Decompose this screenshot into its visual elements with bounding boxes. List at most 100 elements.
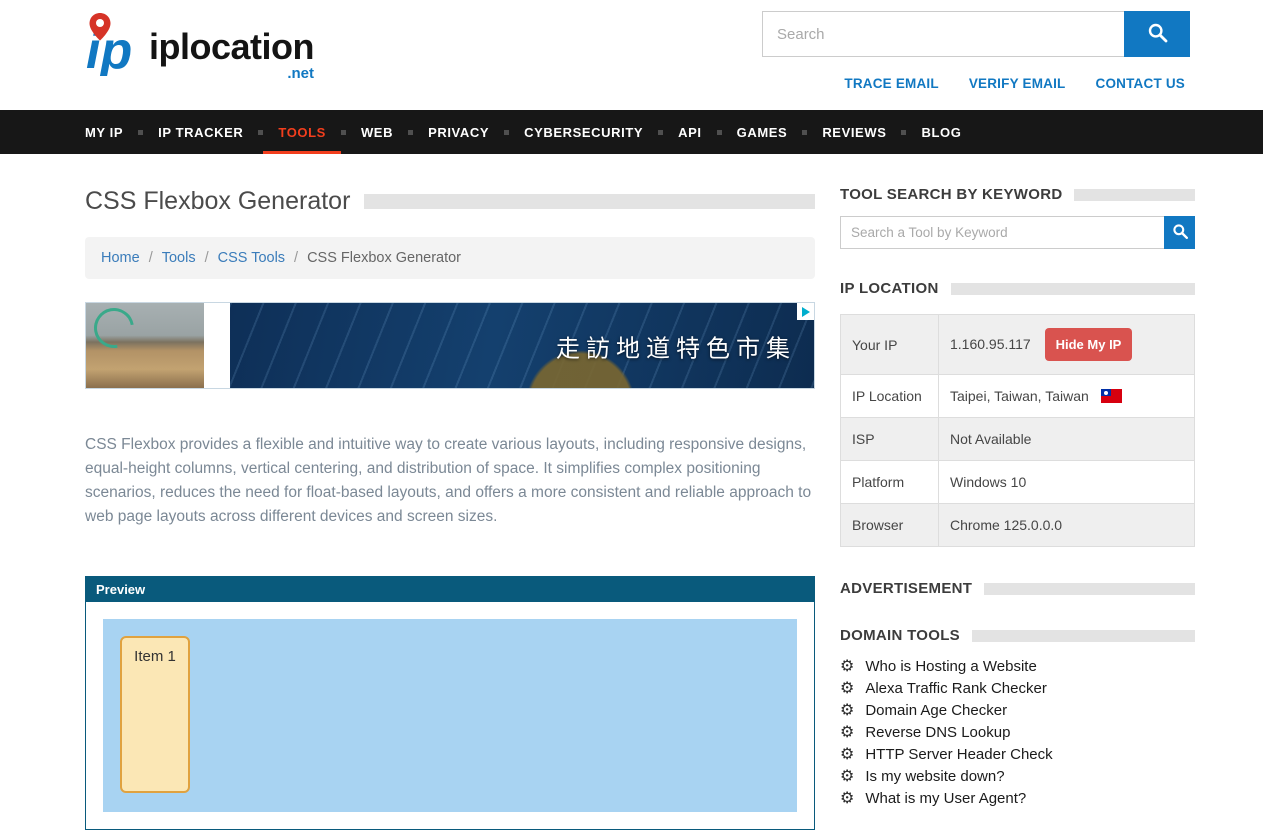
domain-tool-item[interactable]: ⚙ Reverse DNS Lookup xyxy=(840,724,1195,741)
table-row: ISP Not Available xyxy=(841,418,1195,461)
domain-tool-link[interactable]: Who is Hosting a Website xyxy=(865,658,1036,675)
ad-banner[interactable]: 走訪地道特色市集 xyxy=(85,302,815,389)
domain-tool-link[interactable]: Alexa Traffic Rank Checker xyxy=(865,680,1046,697)
logo-text: iplocation.net xyxy=(149,29,314,81)
gear-icon: ⚙ xyxy=(840,725,854,741)
header-search-input[interactable] xyxy=(762,11,1124,57)
domain-tool-item[interactable]: ⚙ What is my User Agent? xyxy=(840,790,1195,807)
flexbox-preview-container: Item 1 xyxy=(103,619,797,812)
main-column: CSS Flexbox Generator Home / Tools / CSS… xyxy=(85,154,815,830)
your-ip-value: 1.160.95.117 xyxy=(950,336,1031,352)
nav-api[interactable]: API xyxy=(663,110,716,154)
search-icon xyxy=(1147,22,1168,46)
breadcrumb-separator: / xyxy=(205,250,209,266)
row-label: ISP xyxy=(841,418,939,461)
tool-search-heading: TOOL SEARCH BY KEYWORD xyxy=(840,186,1195,203)
contact-us-link[interactable]: CONTACT US xyxy=(1096,76,1186,91)
nav-privacy[interactable]: PRIVACY xyxy=(413,110,504,154)
site-header: ip iplocation.net TRACE EMAIL VERIFY EMA… xyxy=(0,0,1263,110)
sidebar: TOOL SEARCH BY KEYWORD IP LOCATION Your … xyxy=(840,186,1195,812)
domain-tool-link[interactable]: HTTP Server Header Check xyxy=(865,746,1052,763)
breadcrumb-home[interactable]: Home xyxy=(101,250,140,266)
search-icon xyxy=(1172,223,1188,242)
logo-tld: .net xyxy=(287,66,314,81)
preview-body: Item 1 xyxy=(86,602,814,829)
ad-gap xyxy=(204,303,230,388)
page-title: CSS Flexbox Generator xyxy=(85,187,350,216)
ad-text: 走訪地道特色市集 xyxy=(556,328,796,363)
ip-location-table: Your IP 1.160.95.117 Hide My IP IP Locat… xyxy=(840,314,1195,547)
breadcrumb-tools[interactable]: Tools xyxy=(162,250,196,266)
ad-image-left xyxy=(86,303,204,388)
nav-games[interactable]: GAMES xyxy=(722,110,803,154)
verify-email-link[interactable]: VERIFY EMAIL xyxy=(969,76,1066,91)
domain-tool-item[interactable]: ⚙ Domain Age Checker xyxy=(840,702,1195,719)
tool-search-button[interactable] xyxy=(1164,216,1195,249)
ip-logo-pin-icon: ip xyxy=(85,12,147,81)
row-label: Browser xyxy=(841,504,939,547)
row-label: Your IP xyxy=(841,315,939,375)
row-value: Taipei, Taiwan, Taiwan xyxy=(939,375,1195,418)
gear-icon: ⚙ xyxy=(840,791,854,807)
domain-tools-heading-label: DOMAIN TOOLS xyxy=(840,627,960,644)
domain-tool-item[interactable]: ⚙ Is my website down? xyxy=(840,768,1195,785)
nav-tools[interactable]: TOOLS xyxy=(263,110,341,154)
heading-decoration-bar xyxy=(1074,189,1195,201)
advertisement-heading: ADVERTISEMENT xyxy=(840,580,1195,597)
row-value: 1.160.95.117 Hide My IP xyxy=(939,315,1195,375)
content: CSS Flexbox Generator Home / Tools / CSS… xyxy=(0,154,1263,830)
logo-name: iplocation xyxy=(149,26,314,67)
ip-location-heading: IP LOCATION xyxy=(840,280,1195,297)
nav-reviews[interactable]: REVIEWS xyxy=(807,110,901,154)
nav-blog[interactable]: BLOG xyxy=(906,110,976,154)
title-row: CSS Flexbox Generator xyxy=(85,187,815,216)
gear-icon: ⚙ xyxy=(840,659,854,675)
table-row: Platform Windows 10 xyxy=(841,461,1195,504)
domain-tool-link[interactable]: What is my User Agent? xyxy=(865,790,1026,807)
domain-tools-heading: DOMAIN TOOLS xyxy=(840,627,1195,644)
hide-my-ip-button[interactable]: Hide My IP xyxy=(1045,328,1133,361)
table-row: IP Location Taipei, Taiwan, Taiwan xyxy=(841,375,1195,418)
gear-icon: ⚙ xyxy=(840,769,854,785)
nav-cybersecurity[interactable]: CYBERSECURITY xyxy=(509,110,658,154)
tool-search-heading-label: TOOL SEARCH BY KEYWORD xyxy=(840,186,1062,203)
gear-icon: ⚙ xyxy=(840,703,854,719)
gear-icon: ⚙ xyxy=(840,747,854,763)
taiwan-flag-icon xyxy=(1101,389,1122,403)
heading-decoration-bar xyxy=(951,283,1195,295)
header-search xyxy=(762,11,1190,57)
ip-location-heading-label: IP LOCATION xyxy=(840,280,939,297)
breadcrumb-separator: / xyxy=(294,250,298,266)
ad-image-right: 走訪地道特色市集 xyxy=(230,303,814,388)
main-nav: MY IP IP TRACKER TOOLS WEB PRIVACY CYBER… xyxy=(0,110,1263,154)
row-value: Windows 10 xyxy=(939,461,1195,504)
gear-icon: ⚙ xyxy=(840,681,854,697)
intro-paragraph: CSS Flexbox provides a flexible and intu… xyxy=(85,433,815,529)
trace-email-link[interactable]: TRACE EMAIL xyxy=(844,76,938,91)
heading-decoration-bar xyxy=(984,583,1195,595)
domain-tool-link[interactable]: Reverse DNS Lookup xyxy=(865,724,1010,741)
logo[interactable]: ip iplocation.net xyxy=(85,12,314,81)
domain-tool-item[interactable]: ⚙ HTTP Server Header Check xyxy=(840,746,1195,763)
flex-item-1: Item 1 xyxy=(120,636,190,793)
heading-decoration-bar xyxy=(972,630,1195,642)
breadcrumb-separator: / xyxy=(149,250,153,266)
table-row: Browser Chrome 125.0.0.0 xyxy=(841,504,1195,547)
tool-search-input[interactable] xyxy=(840,216,1164,249)
domain-tools-list: ⚙ Who is Hosting a Website ⚙ Alexa Traff… xyxy=(840,658,1195,807)
table-row: Your IP 1.160.95.117 Hide My IP xyxy=(841,315,1195,375)
advertisement-heading-label: ADVERTISEMENT xyxy=(840,580,972,597)
breadcrumb-css-tools[interactable]: CSS Tools xyxy=(218,250,285,266)
header-search-button[interactable] xyxy=(1124,11,1190,57)
nav-ip-tracker[interactable]: IP TRACKER xyxy=(143,110,258,154)
domain-tool-item[interactable]: ⚙ Alexa Traffic Rank Checker xyxy=(840,680,1195,697)
domain-tool-link[interactable]: Domain Age Checker xyxy=(865,702,1007,719)
nav-my-ip[interactable]: MY IP xyxy=(85,110,138,154)
nav-web[interactable]: WEB xyxy=(346,110,408,154)
preview-panel: Preview Item 1 xyxy=(85,576,815,830)
header-links: TRACE EMAIL VERIFY EMAIL CONTACT US xyxy=(844,76,1185,91)
domain-tool-item[interactable]: ⚙ Who is Hosting a Website xyxy=(840,658,1195,675)
title-decoration-bar xyxy=(364,194,815,209)
adchoices-icon[interactable] xyxy=(797,303,814,320)
domain-tool-link[interactable]: Is my website down? xyxy=(865,768,1004,785)
